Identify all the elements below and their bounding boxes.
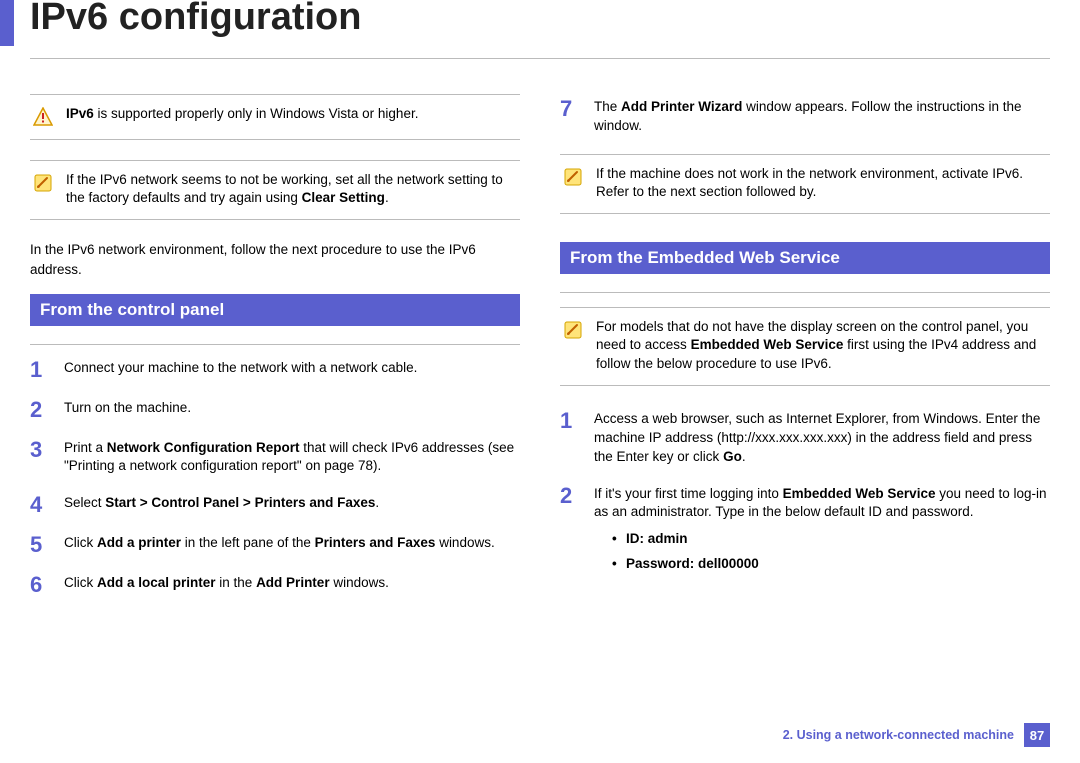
warning-bold: IPv6 (66, 106, 94, 121)
tip-text-left: If the IPv6 network seems to not be work… (66, 171, 518, 207)
warning-rest: is supported properly only in Windows Vi… (94, 106, 419, 121)
warning-text: IPv6 is supported properly only in Windo… (66, 105, 518, 127)
s5-b2: Printers and Faxes (315, 535, 436, 550)
step-number: 7 (560, 98, 580, 136)
s4-pre: Select (64, 495, 105, 510)
title-rule (30, 58, 1050, 59)
r2s-bold: Embedded Web Service (783, 486, 936, 501)
page-number: 87 (1024, 723, 1050, 747)
step-text: Click Add a local printer in the Add Pri… (64, 574, 520, 596)
tip-callout-right1: If the machine does not work in the netw… (560, 154, 1050, 214)
section-heading-web-service: From the Embedded Web Service (560, 242, 1050, 274)
r1-post: . (742, 449, 746, 464)
steps-right: 1 Access a web browser, such as Internet… (560, 410, 1050, 580)
s5-b1: Add a printer (97, 535, 181, 550)
step-6: 6 Click Add a local printer in the Add P… (30, 574, 520, 596)
s4-bold: Start > Control Panel > Printers and Fax… (105, 495, 375, 510)
warning-callout: IPv6 is supported properly only in Windo… (30, 94, 520, 140)
s6-pre: Click (64, 575, 97, 590)
s7-pre: The (594, 99, 621, 114)
step-r2: 2 If it's your first time logging into E… (560, 485, 1050, 581)
r2-bold: Embedded Web Service (691, 337, 844, 352)
r2s-pre: If it's your first time logging into (594, 486, 783, 501)
credential-password: Password: dell00000 (612, 555, 1050, 574)
s6-mid: in the (216, 575, 257, 590)
step-3: 3 Print a Network Configuration Report t… (30, 439, 520, 477)
s6-b1: Add a local printer (97, 575, 216, 590)
intro-paragraph: In the IPv6 network environment, follow … (30, 240, 520, 279)
s5-pre: Click (64, 535, 97, 550)
tip-r2-text: For models that do not have the display … (596, 318, 1048, 373)
s7-bold: Add Printer Wizard (621, 99, 742, 114)
step-number: 6 (30, 574, 50, 596)
section-rule-right (560, 292, 1050, 293)
right-column: 7 The Add Printer Wizard window appears.… (560, 94, 1050, 614)
s6-b2: Add Printer (256, 575, 330, 590)
r1-pre: Access a web browser, such as Internet E… (594, 411, 1040, 464)
step-number: 2 (560, 485, 580, 581)
credential-id: ID: admin (612, 530, 1050, 549)
s3-pre: Print a (64, 440, 107, 455)
step-2: 2 Turn on the machine. (30, 399, 520, 421)
s4-post: . (375, 495, 379, 510)
r1-bold: Go (723, 449, 742, 464)
steps-left: 1 Connect your machine to the network wi… (30, 359, 520, 597)
step-number: 5 (30, 534, 50, 556)
step-text: If it's your first time logging into Emb… (594, 485, 1050, 581)
footer-chapter: 2. Using a network-connected machine (783, 728, 1014, 742)
left-column: IPv6 is supported properly only in Windo… (30, 94, 520, 614)
tip-r1-text: If the machine does not work in the netw… (596, 165, 1048, 201)
title-accent (0, 0, 14, 46)
step-number: 1 (560, 410, 580, 467)
step-5: 5 Click Add a printer in the left pane o… (30, 534, 520, 556)
s3-bold: Network Configuration Report (107, 440, 300, 455)
credentials-list: ID: admin Password: dell00000 (594, 530, 1050, 574)
note-icon (562, 318, 584, 373)
step-text: Access a web browser, such as Internet E… (594, 410, 1050, 467)
tip-left-post: . (385, 190, 389, 205)
step-4: 4 Select Start > Control Panel > Printer… (30, 494, 520, 516)
section-rule-left (30, 344, 520, 345)
step-r1: 1 Access a web browser, such as Internet… (560, 410, 1050, 467)
footer: 2. Using a network-connected machine 87 (783, 723, 1050, 747)
step-text: Click Add a printer in the left pane of … (64, 534, 520, 556)
title-bar: IPv6 configuration (0, 0, 1080, 46)
step-number: 2 (30, 399, 50, 421)
page: IPv6 configuration IPv6 is supported pro… (0, 0, 1080, 763)
step-text: Print a Network Configuration Report tha… (64, 439, 520, 477)
step-text: Turn on the machine. (64, 399, 520, 421)
warning-icon (32, 105, 54, 127)
tip-callout-right2: For models that do not have the display … (560, 307, 1050, 386)
s5-mid: in the left pane of the (181, 535, 315, 550)
note-icon (32, 171, 54, 207)
step-7: 7 The Add Printer Wizard window appears.… (560, 98, 1050, 136)
section-heading-control-panel: From the control panel (30, 294, 520, 326)
s6-post: windows. (330, 575, 389, 590)
step-1: 1 Connect your machine to the network wi… (30, 359, 520, 381)
tip-left-bold: Clear Setting (302, 190, 385, 205)
step-number: 4 (30, 494, 50, 516)
step-text: Select Start > Control Panel > Printers … (64, 494, 520, 516)
step-number: 1 (30, 359, 50, 381)
body-columns: IPv6 is supported properly only in Windo… (0, 64, 1080, 614)
step-number: 3 (30, 439, 50, 477)
page-title: IPv6 configuration (30, 0, 361, 39)
tip-left-pre: If the IPv6 network seems to not be work… (66, 172, 503, 205)
tip-callout-left: If the IPv6 network seems to not be work… (30, 160, 520, 220)
note-icon (562, 165, 584, 201)
step-text: The Add Printer Wizard window appears. F… (594, 98, 1050, 136)
s5-post: windows. (435, 535, 494, 550)
step-text: Connect your machine to the network with… (64, 359, 520, 381)
